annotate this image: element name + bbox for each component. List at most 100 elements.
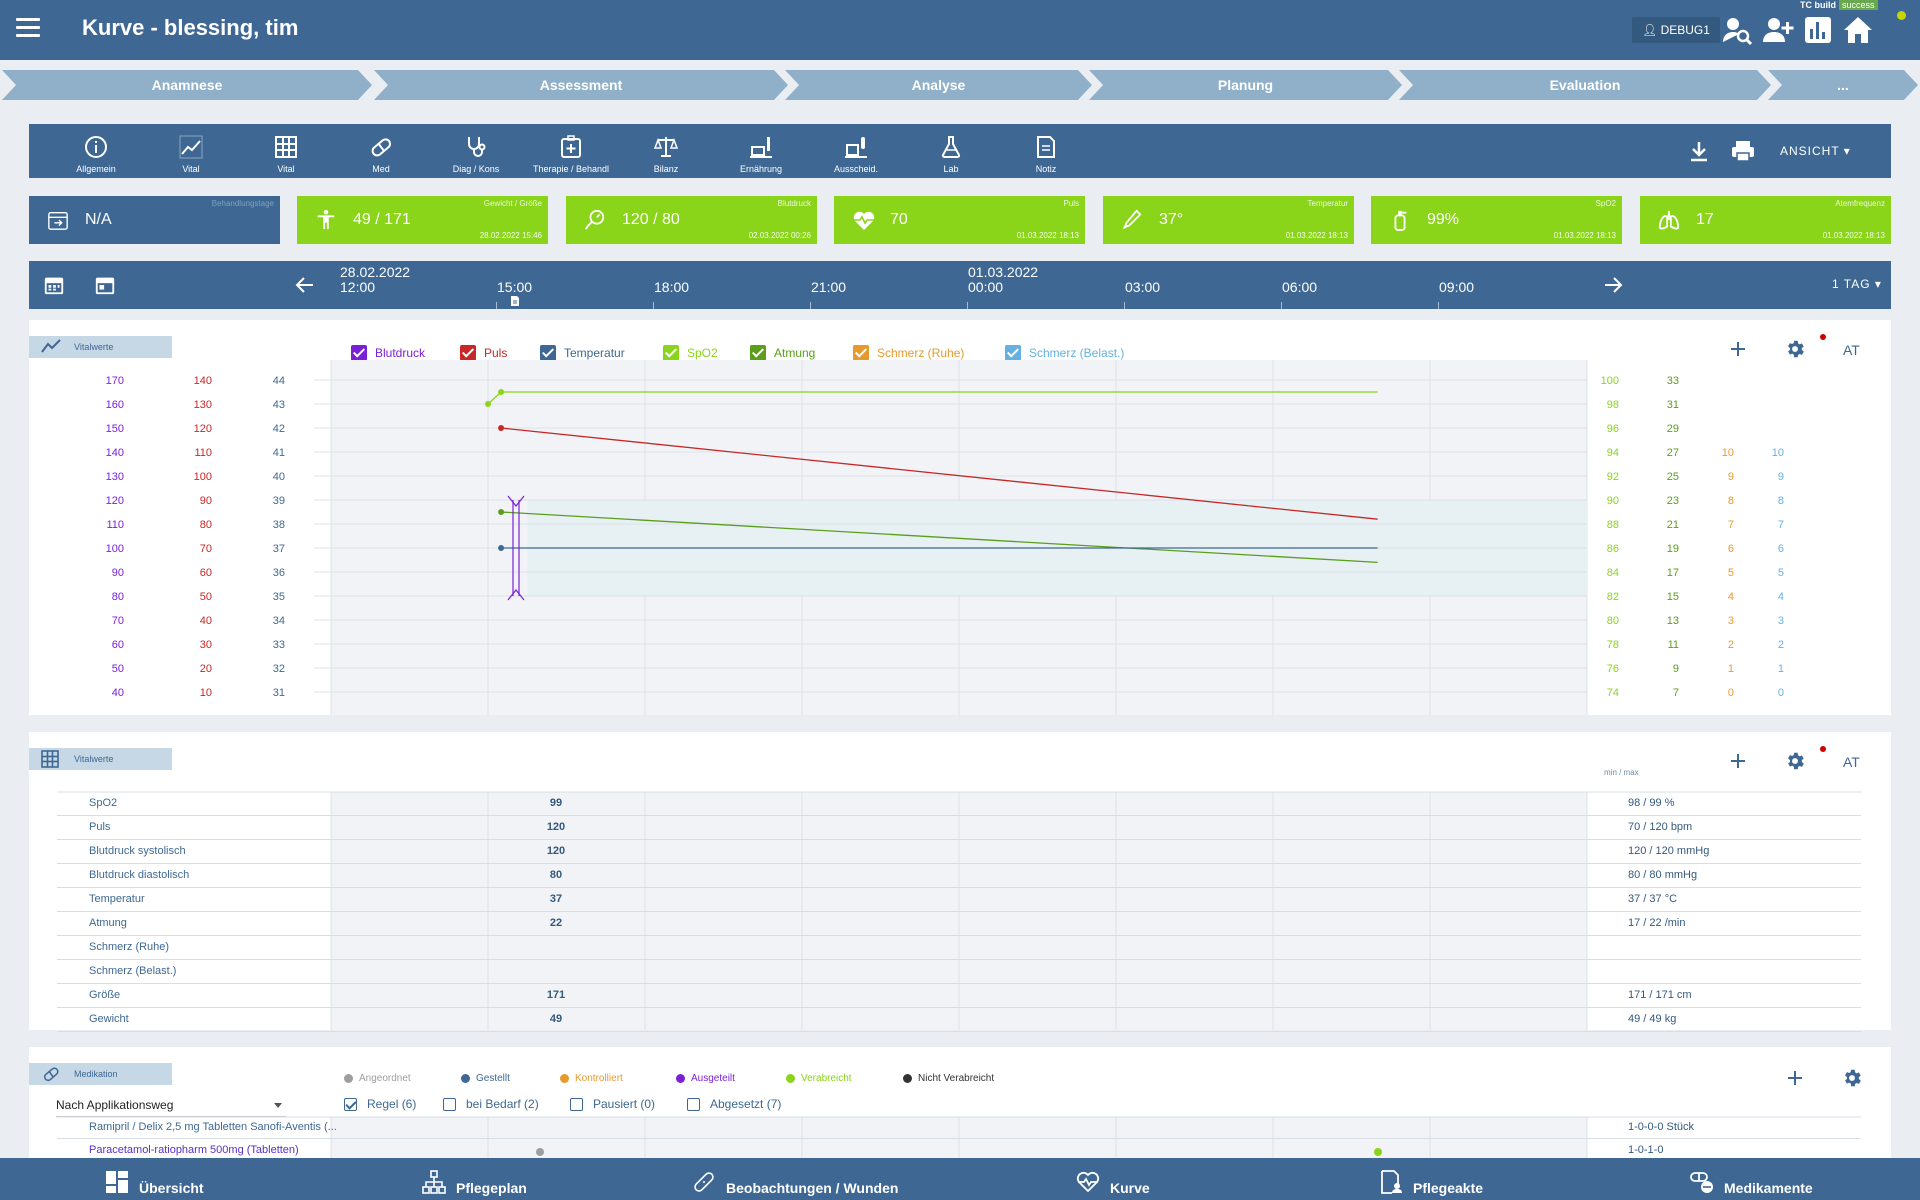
tool-therapie[interactable]: Therapie / Behandl [529,124,613,178]
caret-down-icon: ▾ [1843,144,1851,158]
axis-tick-label: 44 [273,375,285,387]
tool-vital-table[interactable]: Vital [244,124,328,178]
tile-behandlungstage[interactable]: N/A Behandlungstage [29,196,280,244]
table-row[interactable]: Blutdruck systolisch 120 120 / 120 mmHg [57,840,1861,864]
add-patient-icon[interactable] [1762,14,1794,46]
tool-vital-chart[interactable]: Vital [149,124,233,178]
step-assessment[interactable]: Assessment [374,70,788,100]
tile-timestamp: 02.03.2022 00:26 [748,231,811,240]
tick-label: 00:00 [968,279,1004,295]
statistics-icon[interactable] [1802,14,1834,46]
axis-tick-label: 40 [200,615,212,627]
step-more[interactable]: ... [1768,70,1918,100]
row-value[interactable]: 120 [536,821,576,833]
tool-bilanz[interactable]: Bilanz [624,124,708,178]
row-value[interactable]: 120 [536,845,576,857]
arrow-left-icon[interactable] [295,275,315,295]
data-point [498,545,505,551]
med-name: Paracetamol-ratiopharm 500mg (Tabletten) [89,1144,299,1156]
axis-tick-label: 31 [1667,399,1679,411]
row-label: Schmerz (Ruhe) [89,941,170,953]
axis-tick-label: 37 [273,543,285,555]
tool-med[interactable]: Med [339,124,423,178]
tile-atemfrequenz[interactable]: 17 Atemfrequenz 01.03.2022 18:13 [1640,196,1891,244]
step-anamnese[interactable]: Anamnese [2,70,372,100]
note-marker-icon[interactable] [509,295,521,307]
tool-diag-kons[interactable]: Diag / Kons [434,124,518,178]
tile-temperatur[interactable]: 37° Temperatur 01.03.2022 18:13 [1103,196,1354,244]
table-row[interactable]: Schmerz (Ruhe) [57,936,1861,960]
axis-tick-label: 3 [1728,615,1734,627]
axis-tick-label: 86 [1607,543,1619,555]
step-evaluation[interactable]: Evaluation [1399,70,1771,100]
tick-label: 21:00 [811,279,847,295]
table-row[interactable]: Temperatur 37 37 / 37 °C [57,888,1861,912]
table-row[interactable]: Gewicht 49 49 / 49 kg [57,1008,1861,1032]
med-row[interactable]: Ramipril / Delix 2,5 mg Tabletten Sanofi… [57,1117,1861,1139]
table-row[interactable]: Atmung 22 17 / 22 /min [57,912,1861,936]
table-row[interactable]: Schmerz (Belast.) [57,960,1861,984]
blood-pressure-icon [585,209,605,230]
tile-gewicht-groesse[interactable]: 49 / 171 Gewicht / Größe 28.02.2022 15:4… [297,196,548,244]
nav-label: Pflegeakte [1413,1180,1484,1196]
file-user-icon [1381,1170,1402,1194]
tile-timestamp: 01.03.2022 18:13 [1553,231,1616,240]
row-value[interactable]: 99 [536,797,576,809]
range-select[interactable]: 1 TAG ▾ [1832,277,1882,291]
row-value[interactable]: 171 [536,989,576,1001]
print-icon[interactable] [1730,139,1756,163]
flask-icon [941,136,961,158]
step-planung[interactable]: Planung [1089,70,1402,100]
row-value[interactable]: 49 [536,1013,576,1025]
tile-value: 120 / 80 [622,211,680,228]
axis-tick-label: 90 [1607,495,1619,507]
patient-search-icon[interactable] [1721,14,1753,46]
hamburger-menu-icon[interactable] [16,18,40,38]
row-minmax: 98 / 99 % [1628,797,1675,809]
row-label: SpO2 [89,797,118,809]
axis-tick-label: 1 [1728,663,1734,675]
tool-label: Therapie / Behandl [532,164,610,174]
med-row[interactable]: Paracetamol-ratiopharm 500mg (Tabletten)… [57,1140,1861,1158]
user-badge[interactable]: 👤︎ DEBUG1 [1632,17,1720,43]
axis-tick-label: 0 [1728,687,1734,699]
tool-ernaehrung[interactable]: Ernährung [719,124,803,178]
tile-blutdruck[interactable]: 120 / 80 Blutdruck 02.03.2022 00:26 [566,196,817,244]
row-value[interactable]: 22 [536,917,576,929]
home-icon[interactable] [1842,14,1874,46]
tool-notiz[interactable]: Notiz [1004,124,1088,178]
step-analyse[interactable]: Analyse [785,70,1092,100]
calendar-day-icon[interactable] [94,274,116,296]
row-value[interactable]: 80 [536,869,576,881]
tile-puls[interactable]: 70 Puls 01.03.2022 18:13 [834,196,1085,244]
nav-label: Übersicht [139,1180,204,1196]
table-row[interactable]: SpO2 99 98 / 99 % [57,792,1861,816]
calendar-range-icon[interactable] [43,274,65,296]
view-menu[interactable]: ANSICHT ▾ [1780,144,1851,158]
download-icon[interactable] [1687,139,1711,163]
tile-caption: Blutdruck [777,199,811,208]
row-value[interactable]: 37 [536,893,576,905]
arrow-right-icon[interactable] [1603,275,1623,295]
table-row[interactable]: Blutdruck diastolisch 80 80 / 80 mmHg [57,864,1861,888]
axis-tick-label: 9 [1778,471,1784,483]
tile-value: 37° [1159,211,1184,228]
axis-tick-label: 8 [1728,495,1734,507]
axis-tick-label: 90 [200,495,212,507]
tick-label: 03:00 [1125,279,1161,295]
tile-spo2[interactable]: 99% SpO2 01.03.2022 18:13 [1371,196,1622,244]
axis-tick-label: 4 [1728,591,1734,603]
table-row[interactable]: Puls 120 70 / 120 bpm [57,816,1861,840]
tool-lab[interactable]: Lab [909,124,993,178]
tool-allgemein[interactable]: Allgemein [54,124,138,178]
axis-tick-label: 80 [112,591,124,603]
row-label: Blutdruck systolisch [89,845,186,857]
nav-label: Kurve [1110,1180,1150,1196]
axis-tick-label: 2 [1728,639,1734,651]
axis-tick-label: 2 [1778,639,1784,651]
axis-tick-label: 70 [112,615,124,627]
pills-icon [1690,1172,1713,1193]
table-row[interactable]: Größe 171 171 / 171 cm [57,984,1861,1008]
tool-ausscheidung[interactable]: Ausscheid. [814,124,898,178]
axis-tick-label: 39 [273,495,285,507]
